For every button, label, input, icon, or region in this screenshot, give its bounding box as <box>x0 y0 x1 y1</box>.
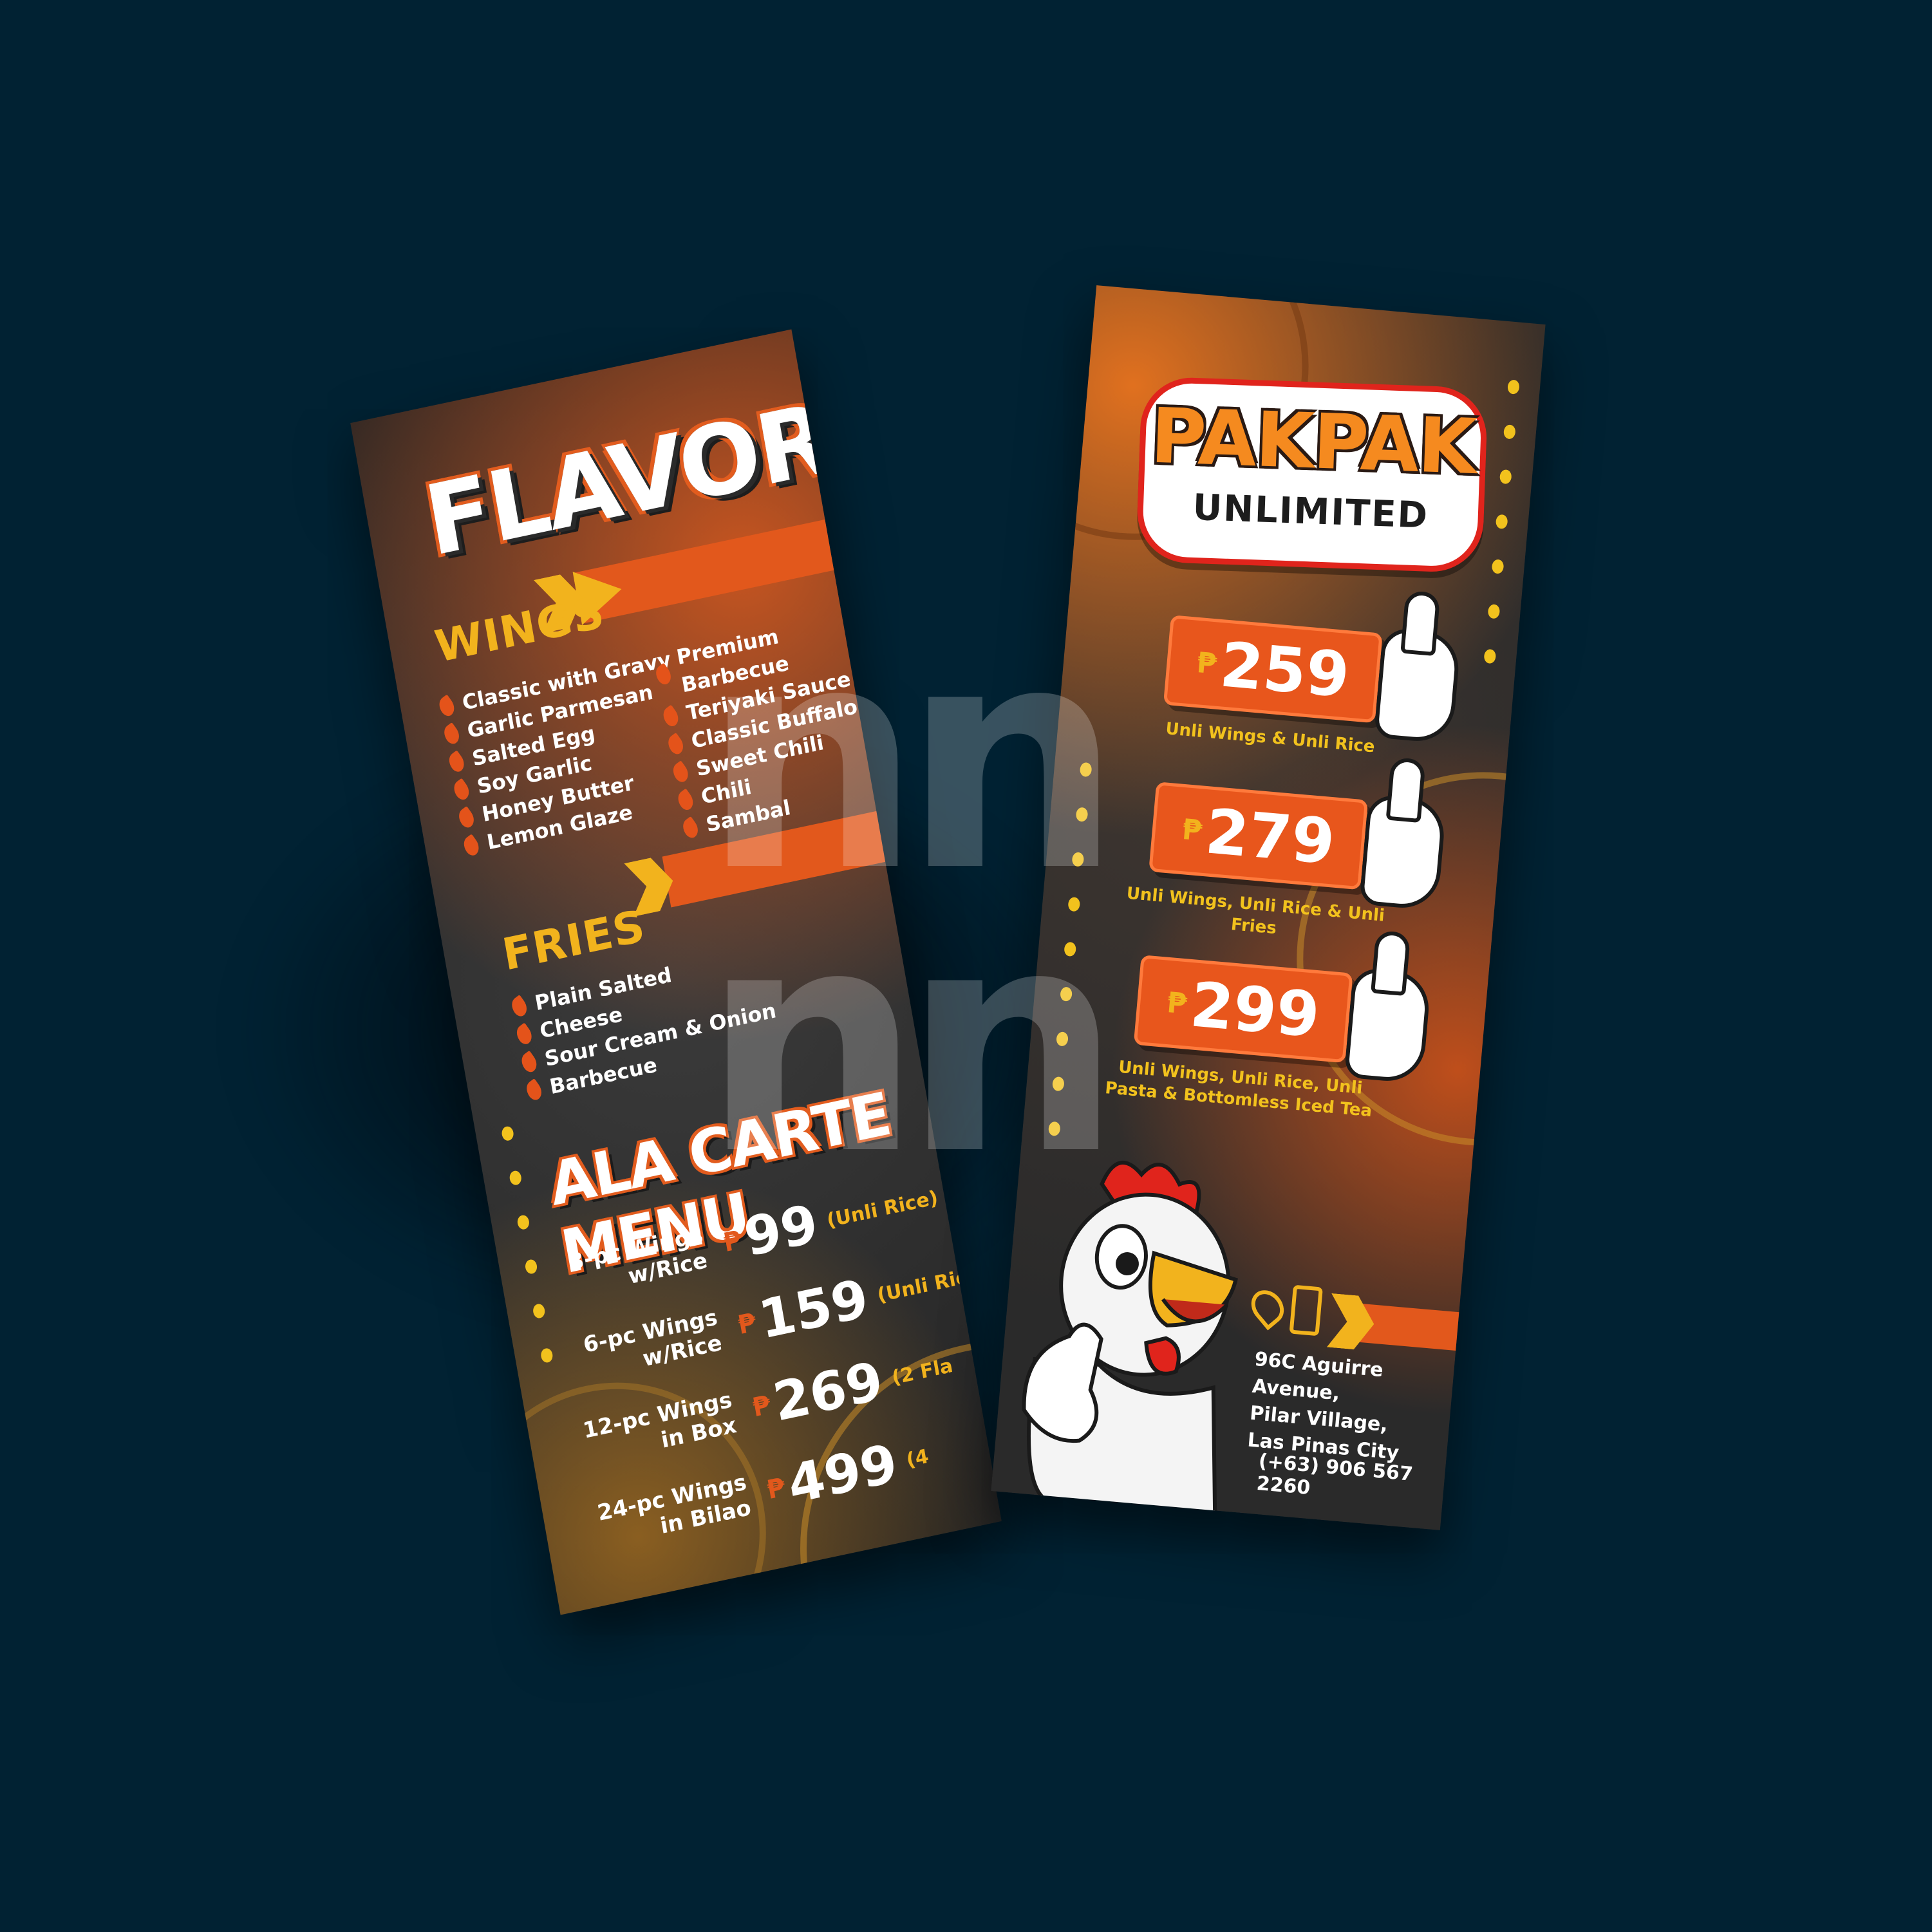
peso-icon: ₱ <box>764 1472 788 1505</box>
chili-icon <box>523 1078 546 1103</box>
watermark: nn <box>702 579 1122 939</box>
decorative-dot <box>1507 379 1520 395</box>
chili-icon <box>450 778 473 803</box>
decorative-dot <box>1491 559 1505 574</box>
chili-icon <box>435 694 458 719</box>
decorative-dot <box>500 1125 515 1142</box>
peso-icon: ₱ <box>721 1224 744 1258</box>
ala-carte-note: (2 Fla <box>890 1354 955 1390</box>
decorative-dot <box>1499 469 1512 485</box>
decorative-dot <box>524 1258 538 1275</box>
peso-icon: ₱ <box>1165 986 1188 1020</box>
wings-heading: WINGS <box>431 586 609 673</box>
decorative-dot <box>1483 648 1497 664</box>
chili-icon <box>460 834 483 858</box>
decorative-dot <box>1495 514 1508 530</box>
decorative-dot <box>532 1302 546 1320</box>
ala-carte-label: 6-pc Wings w/Rice <box>581 1304 724 1372</box>
chili-icon <box>512 1022 536 1047</box>
chili-icon <box>508 995 531 1019</box>
package-caption: Unli Wings & Unli Rice <box>1165 719 1376 757</box>
decorative-dot <box>1487 604 1501 619</box>
peso-icon: ₱ <box>1196 646 1219 680</box>
decorative-dot <box>516 1214 530 1231</box>
package-price: 279 <box>1203 795 1338 879</box>
watermark: nn <box>702 863 1122 1223</box>
orange-band <box>1353 1303 1485 1353</box>
phone-icon <box>1289 1284 1323 1336</box>
decorative-dot <box>1503 424 1516 440</box>
flavors-title: FLAVORS <box>417 368 903 579</box>
thumbs-up-icon <box>1385 756 1426 823</box>
package-price: 299 <box>1187 968 1323 1052</box>
chili-icon <box>679 816 702 841</box>
ala-carte-price: 159 <box>754 1268 873 1351</box>
thumbs-up-icon <box>1371 930 1411 997</box>
thumbs-up-icon <box>1400 590 1441 657</box>
peso-icon: ₱ <box>735 1307 759 1340</box>
peso-icon: ₱ <box>1181 812 1204 847</box>
peso-icon: ₱ <box>750 1389 773 1423</box>
price-badge: ₱ 259 <box>1163 615 1383 724</box>
chili-icon <box>455 805 478 830</box>
logo-wordmark: PAKPAK <box>1149 391 1477 492</box>
package-price: 259 <box>1217 628 1353 712</box>
chili-icon <box>445 750 468 774</box>
decorative-dot <box>539 1347 554 1364</box>
chili-icon <box>518 1050 541 1075</box>
ala-carte-note: (4 <box>905 1445 931 1472</box>
ala-carte-note: (Unli Ric <box>876 1266 969 1308</box>
pakpak-logo: PAKPAK UNLIMITED <box>1136 376 1488 574</box>
logo-subtitle: UNLIMITED <box>1192 486 1430 537</box>
chili-icon <box>440 722 464 747</box>
price-badge: ₱ 299 <box>1133 955 1353 1064</box>
decorative-dot <box>509 1169 523 1186</box>
price-badge: ₱ 279 <box>1149 782 1369 890</box>
